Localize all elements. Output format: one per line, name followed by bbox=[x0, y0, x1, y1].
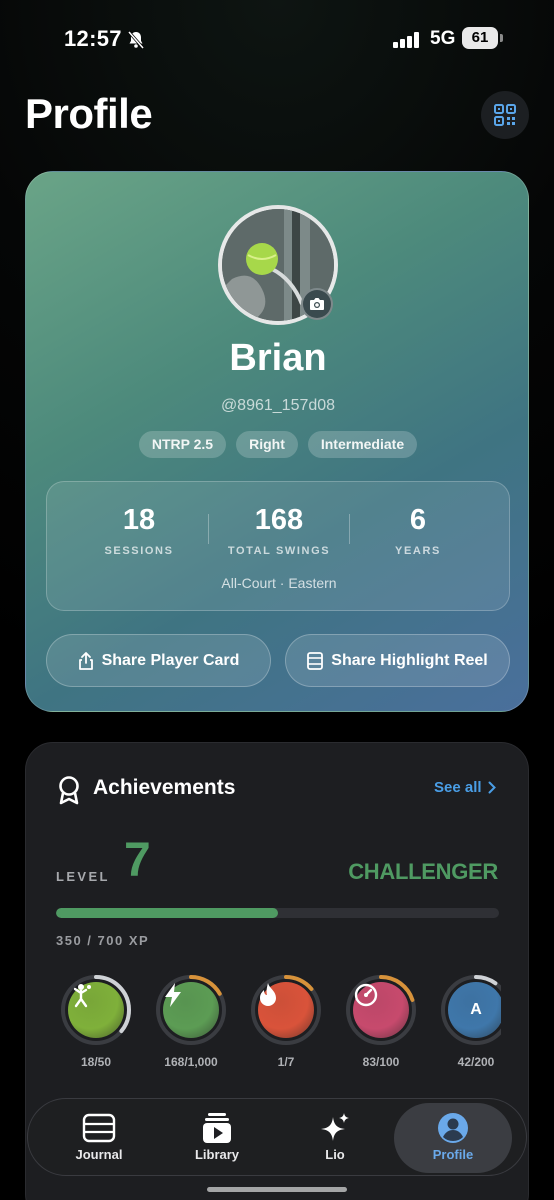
qr-code-icon bbox=[494, 104, 516, 126]
achievement-badge[interactable]: 83/100 bbox=[341, 973, 421, 1069]
tab-library[interactable]: Library bbox=[158, 1103, 276, 1173]
achievement-badge[interactable]: 168/1,000 bbox=[151, 973, 231, 1069]
achievements-title: Achievements bbox=[93, 776, 236, 799]
xp-progress-fill bbox=[56, 908, 278, 918]
profile-icon bbox=[436, 1111, 470, 1145]
see-all-link[interactable]: See all bbox=[434, 779, 496, 796]
level-value: 7 bbox=[124, 834, 151, 887]
stat-label: YEARS bbox=[395, 545, 441, 557]
see-all-label: See all bbox=[434, 779, 482, 796]
achievement-badges[interactable]: 18/50 168/1,000 1/7 83/100 A 42/200 bbox=[56, 973, 501, 1083]
stat-years: 6 YEARS bbox=[348, 504, 488, 557]
badge-count: 1/7 bbox=[277, 1055, 295, 1069]
letter-a-icon: A bbox=[448, 982, 501, 1038]
tag-handedness: Right bbox=[236, 431, 298, 458]
journal-icon bbox=[82, 1111, 116, 1145]
signal-icon bbox=[393, 32, 421, 48]
badge-progress-ring bbox=[249, 973, 323, 1047]
stat-value: 18 bbox=[122, 504, 156, 536]
library-icon bbox=[200, 1111, 234, 1145]
tab-profile[interactable]: Profile bbox=[394, 1103, 512, 1173]
lightning-icon bbox=[163, 982, 219, 1038]
badge-progress-ring bbox=[344, 973, 418, 1047]
share-player-card-label: Share Player Card bbox=[101, 651, 240, 669]
achievement-badge[interactable]: A 42/200 bbox=[436, 973, 501, 1069]
sparkle-icon bbox=[318, 1111, 352, 1145]
battery-level: 61 bbox=[462, 27, 498, 49]
xp-progress-bar bbox=[56, 908, 499, 918]
tab-label: Lio bbox=[325, 1147, 345, 1162]
badge-progress-ring bbox=[59, 973, 133, 1047]
tennis-player-icon bbox=[68, 982, 124, 1038]
chevron-right-icon bbox=[488, 781, 496, 794]
share-highlight-reel-label: Share Highlight Reel bbox=[331, 651, 488, 669]
player-stats: 18 SESSIONS 168 TOTAL SWINGS 6 YEARS All… bbox=[46, 481, 510, 611]
tab-label: Journal bbox=[75, 1147, 123, 1162]
badge-count: 83/100 bbox=[362, 1055, 400, 1069]
player-tags: NTRP 2.5 Right Intermediate bbox=[26, 431, 528, 458]
tab-label: Library bbox=[194, 1147, 240, 1162]
camera-icon bbox=[310, 298, 324, 310]
network-type: 5G bbox=[430, 28, 456, 49]
tag-ntrp: NTRP 2.5 bbox=[138, 431, 227, 458]
player-handle: @8961_157d08 bbox=[220, 397, 336, 414]
award-ribbon-icon bbox=[56, 775, 82, 805]
share-icon bbox=[78, 651, 93, 670]
profile-screen: 12:57 5G 61 Profile Brian @8961_157d08 N… bbox=[0, 0, 554, 1200]
badge-progress-ring: A bbox=[439, 973, 501, 1047]
flame-icon bbox=[258, 982, 314, 1038]
tab-lio[interactable]: Lio bbox=[276, 1103, 394, 1173]
play-style: All-Court · Eastern bbox=[221, 575, 337, 591]
status-bar: 12:57 5G 61 bbox=[0, 24, 554, 56]
badge-count: 18/50 bbox=[80, 1055, 112, 1069]
share-player-card-button[interactable]: Share Player Card bbox=[46, 634, 271, 687]
muted-bell-icon bbox=[126, 30, 146, 50]
status-time: 12:57 bbox=[64, 26, 122, 51]
tab-label: Profile bbox=[432, 1147, 474, 1162]
achievement-badge[interactable]: 18/50 bbox=[56, 973, 136, 1069]
stat-sessions: 18 SESSIONS bbox=[69, 504, 209, 557]
film-reel-icon bbox=[307, 651, 324, 670]
badge-progress-ring bbox=[154, 973, 228, 1047]
qr-code-button[interactable] bbox=[481, 91, 529, 139]
home-indicator bbox=[207, 1187, 347, 1192]
stat-label: TOTAL SWINGS bbox=[227, 545, 331, 557]
badge-count: 168/1,000 bbox=[164, 1055, 218, 1069]
stat-total-swings: 168 TOTAL SWINGS bbox=[209, 504, 349, 557]
badge-count: 42/200 bbox=[457, 1055, 495, 1069]
xp-text: 350 / 700 XP bbox=[56, 933, 150, 948]
level-label: LEVEL bbox=[56, 869, 110, 884]
rank-title: CHALLENGER bbox=[348, 859, 498, 884]
stat-value: 168 bbox=[254, 504, 304, 536]
player-name: Brian bbox=[229, 337, 327, 379]
tab-bar: Journal Library Lio Profile bbox=[27, 1098, 527, 1176]
stat-label: SESSIONS bbox=[104, 545, 174, 557]
tag-skill-level: Intermediate bbox=[307, 431, 418, 458]
tab-journal[interactable]: Journal bbox=[40, 1103, 158, 1173]
share-highlight-reel-button[interactable]: Share Highlight Reel bbox=[285, 634, 510, 687]
stat-value: 6 bbox=[409, 504, 427, 536]
battery-icon: 61 bbox=[462, 27, 504, 49]
change-photo-button[interactable] bbox=[301, 288, 333, 320]
player-card: Brian @8961_157d08 NTRP 2.5 Right Interm… bbox=[25, 171, 529, 712]
speedometer-icon bbox=[353, 982, 409, 1038]
page-title: Profile bbox=[25, 90, 153, 137]
achievement-badge[interactable]: 1/7 bbox=[246, 973, 326, 1069]
